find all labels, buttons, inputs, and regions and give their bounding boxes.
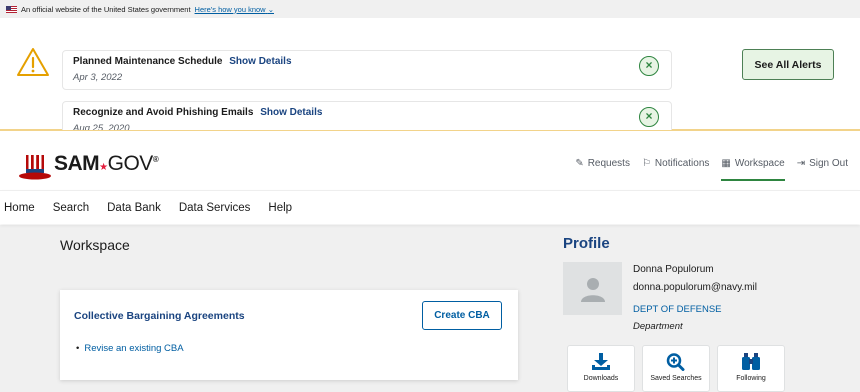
- uncle-sam-hat-icon: [19, 155, 51, 180]
- profile-department-link[interactable]: DEPT OF DEFENSE: [633, 304, 722, 315]
- workspace-link[interactable]: ▦ Workspace: [721, 158, 785, 181]
- profile-department-label: Department: [633, 321, 683, 332]
- avatar: [563, 262, 622, 315]
- show-details-link[interactable]: Show Details: [229, 56, 291, 67]
- alert-title: Planned Maintenance Schedule: [73, 56, 223, 67]
- nav-help[interactable]: Help: [268, 202, 292, 214]
- cba-card: Collective Bargaining Agreements Create …: [60, 290, 518, 380]
- nav-data-bank[interactable]: Data Bank: [107, 202, 161, 214]
- user-icon: [580, 277, 605, 302]
- warning-icon: [17, 48, 49, 76]
- sign-out-link[interactable]: ⇥ Sign Out: [797, 158, 848, 169]
- edit-icon: ✎: [575, 158, 584, 169]
- search-plus-icon: [666, 353, 685, 371]
- close-icon[interactable]: ×: [639, 56, 659, 76]
- logo-text: SAM★GOV®: [54, 152, 159, 175]
- requests-link[interactable]: ✎ Requests: [575, 158, 630, 169]
- profile-email: donna.populorum@navy.mil: [633, 282, 757, 293]
- nav-search[interactable]: Search: [53, 202, 89, 214]
- nav-data-services[interactable]: Data Services: [179, 202, 251, 214]
- revise-cba-link[interactable]: Revise an existing CBA: [76, 343, 183, 354]
- close-icon[interactable]: ×: [639, 107, 659, 127]
- main-nav: Home Search Data Bank Data Services Help: [0, 190, 860, 224]
- workspace-content: Workspace Collective Bargaining Agreemen…: [0, 225, 860, 392]
- alerts-section: Planned Maintenance Schedule Show Detail…: [0, 18, 860, 141]
- how-you-know-link[interactable]: Here's how you know ⌄: [195, 5, 274, 14]
- gov-banner-text: An official website of the United States…: [21, 4, 191, 14]
- utility-nav: ✎ Requests ⚐ Notifications ▦ Workspace ⇥…: [575, 158, 848, 181]
- create-cba-button[interactable]: Create CBA: [422, 301, 502, 330]
- alert-card: Planned Maintenance Schedule Show Detail…: [62, 50, 672, 90]
- nav-home[interactable]: Home: [4, 202, 35, 214]
- following-tile[interactable]: Following: [717, 345, 785, 392]
- notifications-icon: ⚐: [641, 158, 651, 169]
- page-title: Workspace: [60, 237, 130, 253]
- tile-label: Downloads: [583, 375, 619, 382]
- see-all-alerts-button[interactable]: See All Alerts: [742, 49, 834, 80]
- cba-title[interactable]: Collective Bargaining Agreements: [74, 310, 245, 322]
- grid-icon: ▦: [721, 158, 731, 169]
- sam-gov-logo[interactable]: SAM★GOV®: [18, 148, 159, 180]
- alert-title: Recognize and Avoid Phishing Emails: [73, 107, 254, 118]
- us-flag-icon: [6, 5, 17, 13]
- notifications-link[interactable]: ⚐ Notifications: [642, 158, 709, 169]
- tile-label: Saved Searches: [650, 375, 702, 382]
- site-header: SAM★GOV® ✎ Requests ⚐ Notifications ▦ Wo…: [0, 130, 860, 190]
- profile-name: Donna Populorum: [633, 264, 714, 275]
- binoculars-icon: [742, 353, 760, 370]
- download-icon: [592, 353, 610, 370]
- profile-title[interactable]: Profile: [563, 235, 610, 252]
- sign-out-icon: ⇥: [796, 158, 806, 169]
- tile-label: Following: [736, 375, 766, 382]
- downloads-tile[interactable]: Downloads: [567, 345, 635, 392]
- chevron-down-icon: ⌄: [267, 4, 274, 14]
- show-details-link[interactable]: Show Details: [260, 107, 322, 118]
- saved-searches-tile[interactable]: Saved Searches: [642, 345, 710, 392]
- alert-date: Apr 3, 2022: [73, 72, 123, 83]
- gov-banner: An official website of the United States…: [0, 0, 860, 18]
